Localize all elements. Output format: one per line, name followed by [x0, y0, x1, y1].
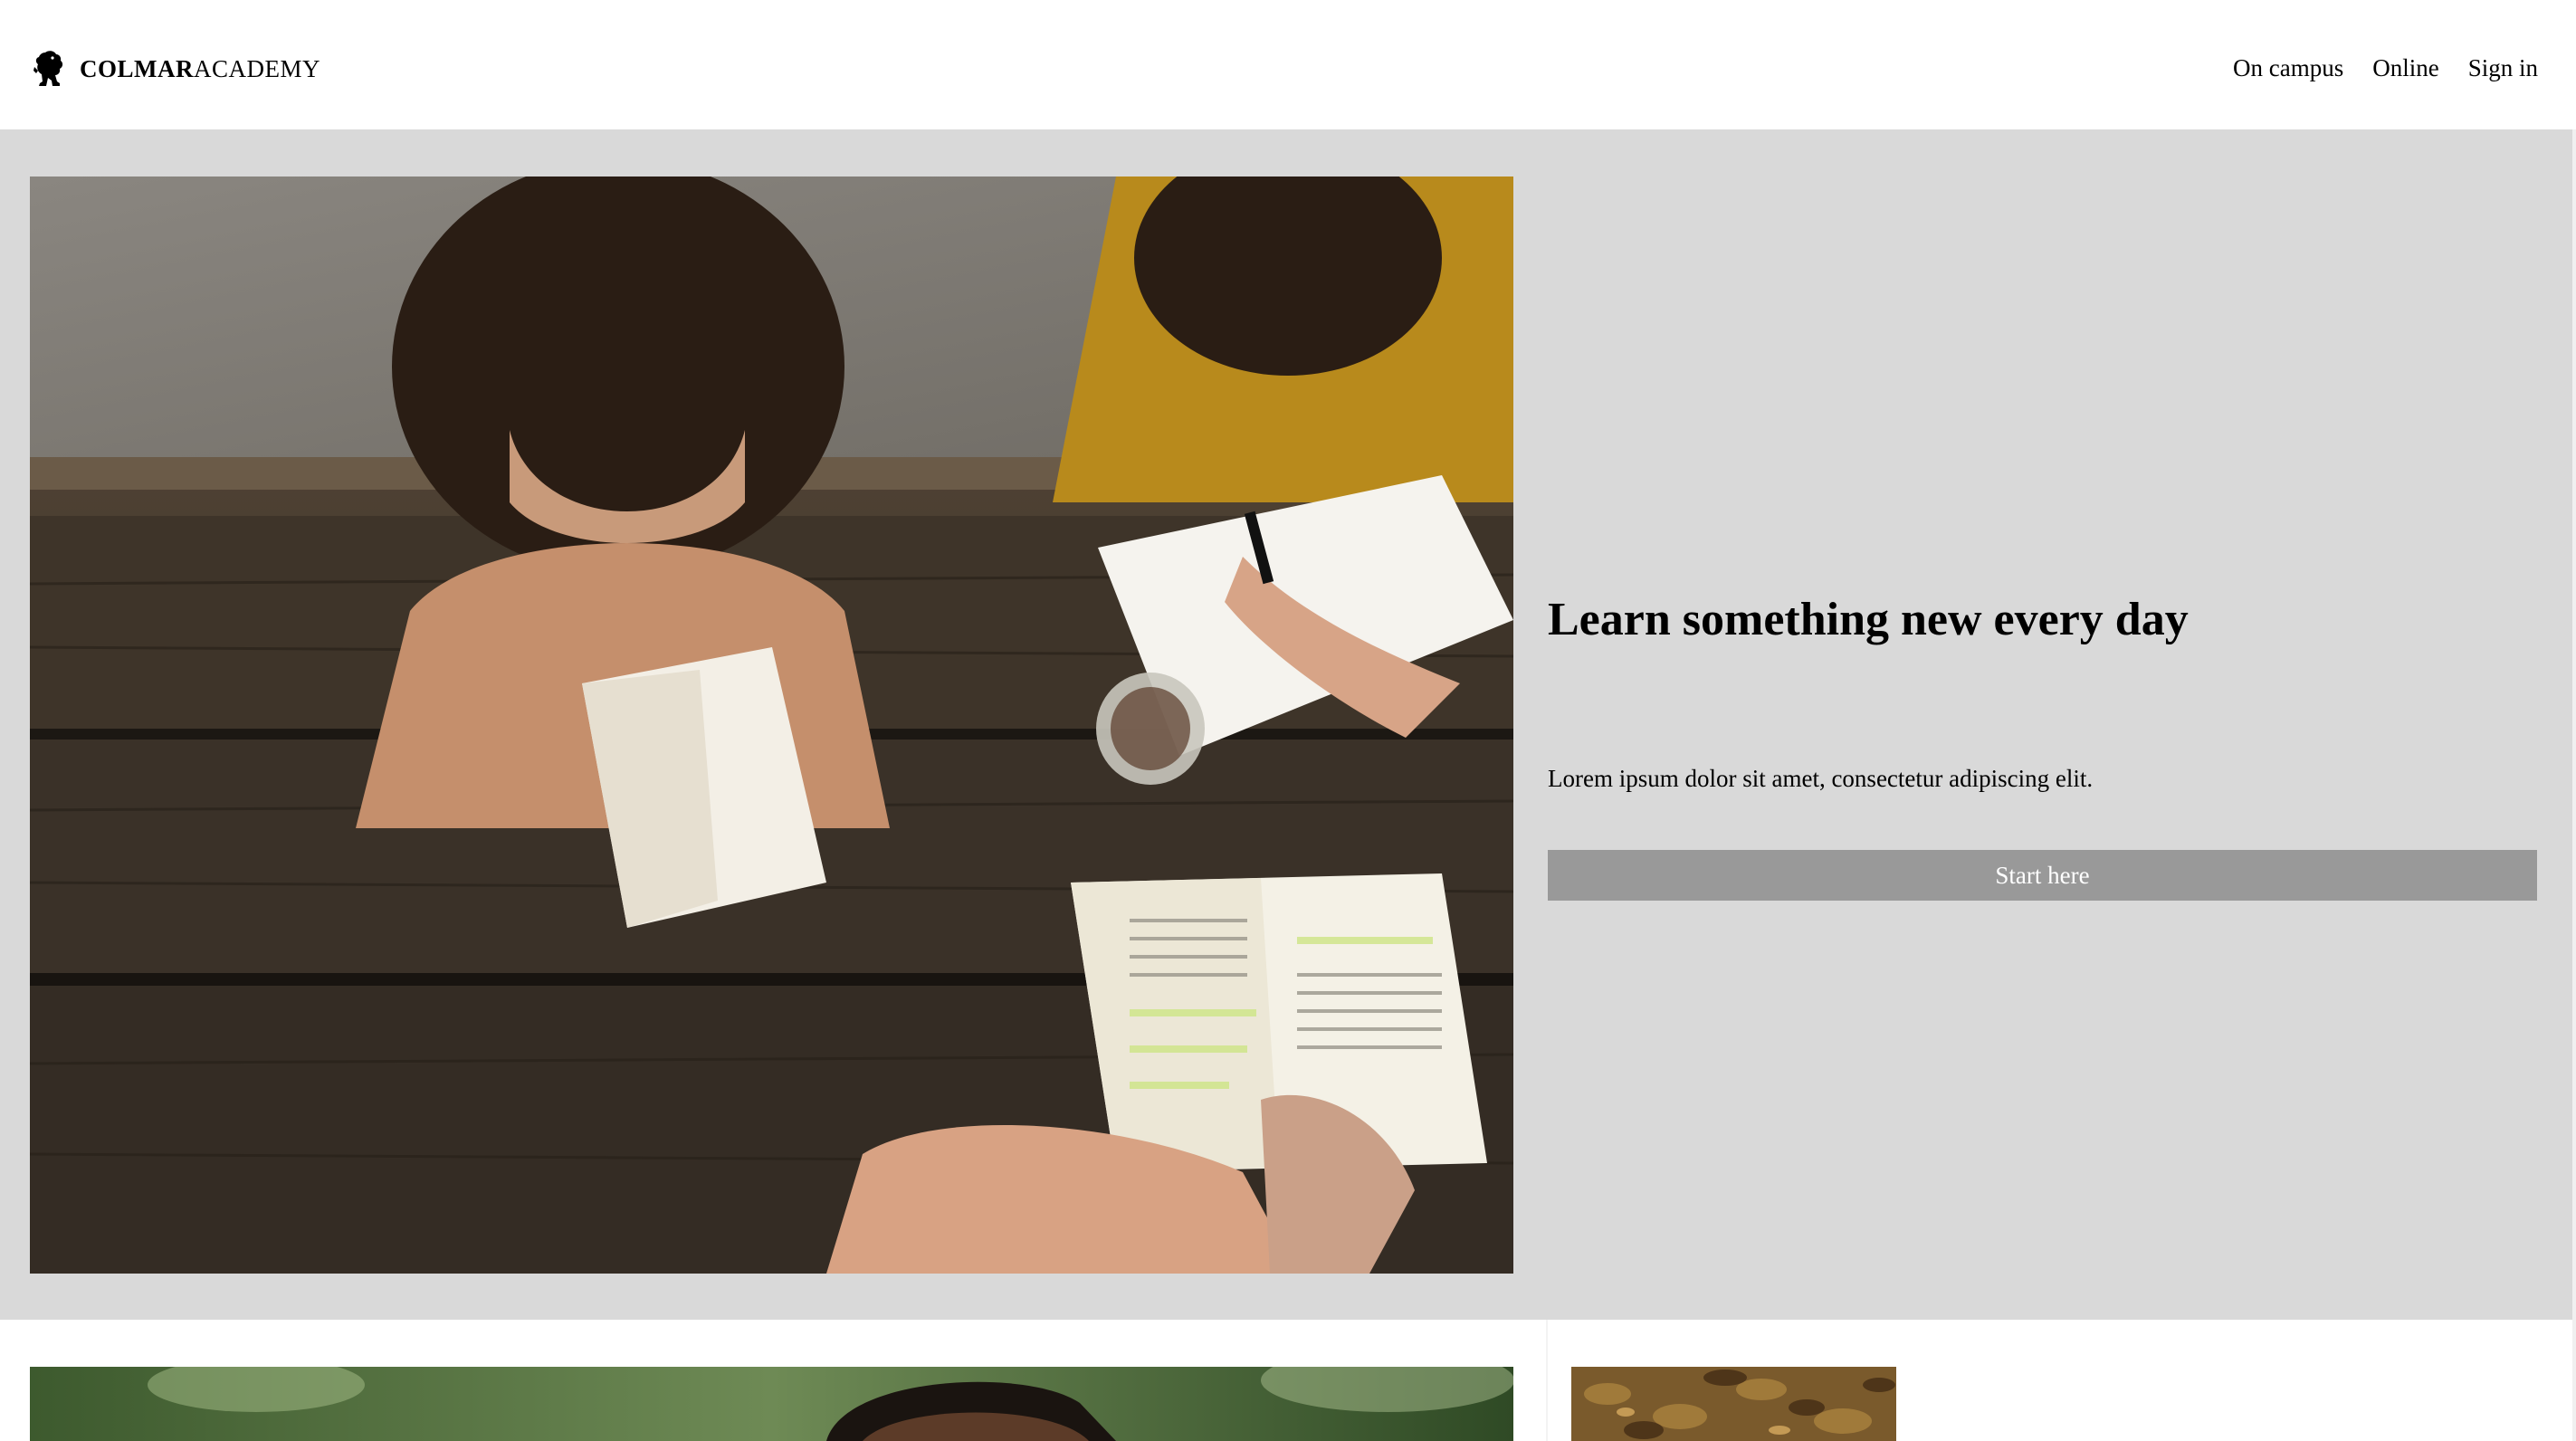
nav-link-online[interactable]: Online	[2372, 56, 2439, 81]
brand-logo[interactable]: COLMARACADEMY	[33, 49, 320, 89]
hero-image	[30, 177, 1513, 1274]
site-header: COLMARACADEMY On campus Online Sign in	[0, 0, 2576, 129]
start-here-button[interactable]: Start here	[1548, 850, 2537, 901]
section-divider	[1546, 1320, 1548, 1441]
main-nav: On campus Online Sign in	[2233, 56, 2538, 81]
hero-title: Learn something new every day	[1548, 594, 2189, 645]
cards-section	[0, 1320, 2576, 1441]
hero-section: Learn something new every day Lorem ipsu…	[0, 129, 2576, 1320]
griffin-logo-icon	[33, 49, 65, 89]
nav-link-sign-in[interactable]: Sign in	[2468, 56, 2538, 81]
nav-link-on-campus[interactable]: On campus	[2233, 56, 2343, 81]
brand-name-bold: COLMAR	[80, 54, 194, 82]
brand-name: COLMARACADEMY	[80, 54, 321, 82]
right-edge-border	[2572, 1320, 2576, 1441]
hero-text: Lorem ipsum dolor sit amet, consectetur …	[1548, 765, 2094, 792]
card-image-leaves[interactable]	[1571, 1367, 1896, 1441]
card-image-student[interactable]	[30, 1367, 1513, 1441]
brand-name-regular: ACADEMY	[194, 54, 321, 82]
